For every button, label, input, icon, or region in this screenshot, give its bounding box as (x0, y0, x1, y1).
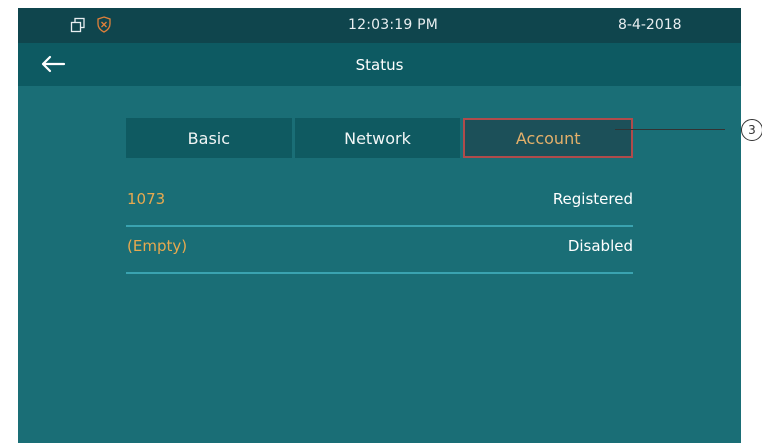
device-screen: 12:03:19 PM 8-4-2018 Status Basic Networ… (18, 8, 741, 443)
account-status: Disabled (567, 237, 633, 255)
status-date: 8-4-2018 (618, 17, 682, 33)
window-icon (70, 17, 86, 37)
system-icons (70, 16, 112, 37)
tab-account[interactable]: Account (463, 118, 634, 158)
account-name: 1073 (127, 190, 166, 208)
callout-line (615, 129, 725, 130)
page-title: Status (355, 56, 404, 74)
status-bar: 12:03:19 PM 8-4-2018 (18, 8, 741, 43)
status-tabs: Basic Network Account (126, 118, 634, 158)
account-status: Registered (552, 190, 633, 208)
title-bar: Status (18, 43, 741, 86)
status-time: 12:03:19 PM (348, 17, 439, 33)
list-item: (Empty) Disabled (126, 227, 633, 274)
account-name: (Empty) (127, 237, 188, 255)
tab-network[interactable]: Network (294, 118, 461, 158)
tab-basic[interactable]: Basic (126, 118, 292, 158)
callout-marker: 3 (741, 119, 762, 141)
account-list: 1073 Registered (Empty) Disabled (126, 180, 633, 274)
list-item: 1073 Registered (126, 180, 633, 227)
shield-icon (96, 16, 112, 37)
